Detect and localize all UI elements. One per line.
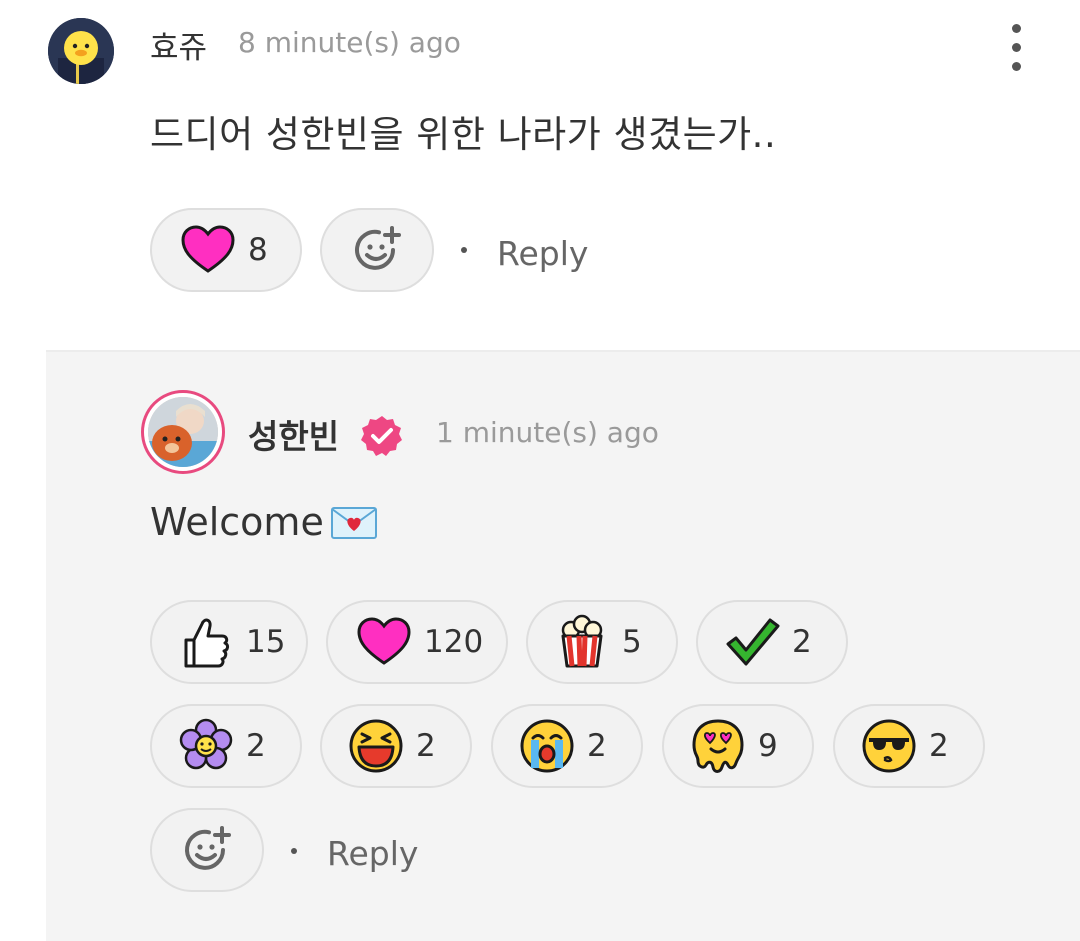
reaction-count: 2 (246, 728, 266, 764)
reaction-count: 8 (248, 232, 268, 268)
reply-button[interactable]: Reply (327, 834, 418, 873)
reaction-count: 2 (416, 728, 436, 764)
love-letter-icon (330, 506, 378, 540)
avatar[interactable] (141, 390, 225, 474)
verified-badge-icon (360, 414, 404, 458)
reaction-heart[interactable]: 120 (326, 600, 508, 684)
more-options-icon[interactable] (1000, 24, 1032, 76)
reaction-crying[interactable]: 2 (491, 704, 643, 788)
author-name[interactable]: 성한빈 (248, 410, 339, 458)
reaction-count: 120 (424, 624, 484, 660)
reaction-popcorn[interactable]: 5 (526, 600, 678, 684)
popcorn-icon (552, 612, 612, 672)
reaction-count: 2 (587, 728, 607, 764)
reaction-count: 2 (929, 728, 949, 764)
timestamp: 8 minute(s) ago (238, 26, 461, 59)
reaction-count: 2 (792, 624, 812, 660)
pink-heart-icon (354, 612, 414, 672)
comment-text: 드디어 성한빈을 위한 나라가 생겼는가.. (150, 113, 777, 156)
reaction-count: 15 (246, 624, 286, 660)
reaction-count: 5 (622, 624, 642, 660)
comment-text: Welcome (150, 500, 324, 544)
melting-heart-eyes-icon (688, 716, 748, 776)
reaction-sunglasses[interactable]: 2 (833, 704, 985, 788)
purple-flower-icon (176, 716, 236, 776)
add-emoji-icon (185, 826, 231, 870)
reaction-flower[interactable]: 2 (150, 704, 302, 788)
thumbs-up-icon (176, 612, 236, 672)
author-name[interactable]: 효쥬 (150, 22, 207, 67)
reply-button[interactable]: Reply (497, 234, 588, 273)
crying-face-icon (517, 716, 577, 776)
timestamp: 1 minute(s) ago (436, 416, 659, 449)
check-mark-icon (722, 612, 782, 672)
sunglasses-face-icon (859, 716, 919, 776)
reaction-check[interactable]: 2 (696, 600, 848, 684)
add-reaction-button[interactable] (150, 808, 264, 892)
parent-comment: 효쥬 8 minute(s) ago 드디어 성한빈을 위한 나라가 생겼는가.… (0, 0, 1080, 350)
reaction-laughing[interactable]: 2 (320, 704, 472, 788)
separator-dot (461, 247, 467, 253)
separator-dot (291, 848, 297, 854)
pink-heart-icon (178, 220, 238, 280)
reaction-thumbs-up[interactable]: 15 (150, 600, 308, 684)
reaction-count: 9 (758, 728, 778, 764)
reaction-melting[interactable]: 9 (662, 704, 814, 788)
add-reaction-button[interactable] (320, 208, 434, 292)
reaction-heart[interactable]: 8 (150, 208, 302, 292)
add-emoji-icon (355, 226, 401, 270)
avatar[interactable] (48, 18, 114, 84)
laughing-face-icon (346, 716, 406, 776)
